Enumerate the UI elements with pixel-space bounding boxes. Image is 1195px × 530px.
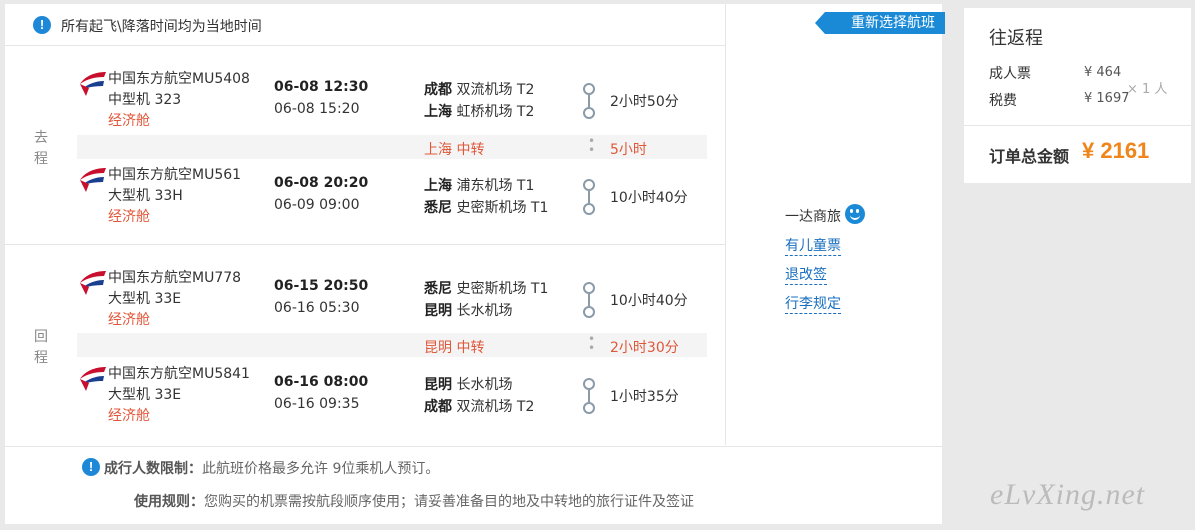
service-brand: 一达商旅 — [785, 209, 841, 225]
airline-name: 中国东方航空MU5841 — [108, 366, 250, 382]
usage-rule: 使用规则：您购买的机票需按航段顺序使用；请妥善准备目的地及中转地的旅行证件及签证 — [134, 491, 694, 511]
total-label: 订单总金额 — [989, 147, 1070, 166]
route-icon — [583, 282, 595, 318]
info-icon: ! — [82, 458, 100, 476]
tax-price: ¥ 1697 — [1084, 91, 1130, 106]
to-city: 上海 — [424, 104, 452, 120]
itinerary-panel: ! 所有起飞\降落时间均为当地时间 去程 中国东方航空MU5408 中型机 32… — [5, 4, 945, 525]
from-city: 成都 — [424, 82, 452, 98]
from-airport: 悉尼 史密斯机场 T1 — [424, 278, 548, 298]
flight-card: 中国东方航空MU778 大型机 33E 经济舱 06-15 20:50 06-1… — [77, 245, 717, 328]
depart-time: 06-08 12:30 — [274, 79, 369, 95]
depart-time: 06-16 08:00 — [274, 374, 369, 390]
from-airport: 上海 浦东机场 T1 — [424, 175, 534, 195]
airline-name: 中国东方航空MU5408 — [108, 71, 250, 87]
flight-card: 中国东方航空MU561 大型机 33H 经济舱 06-08 20:20 06-0… — [77, 142, 717, 225]
aircraft-type: 大型机 33E — [108, 387, 182, 403]
refund-change-link[interactable]: 退改签 — [785, 266, 827, 285]
limit-label: 成行人数限制： — [104, 461, 202, 477]
rebook-flight-button[interactable]: 重新选择航班 — [815, 12, 945, 34]
airline-name: 中国东方航空MU561 — [108, 167, 242, 183]
info-icon: ! — [33, 16, 51, 34]
flight-card: 中国东方航空MU5841 大型机 33E 经济舱 06-16 08:00 06-… — [77, 341, 717, 424]
adult-ticket-price: ¥ 464 — [1084, 65, 1122, 80]
depart-time: 06-15 20:50 — [274, 278, 369, 294]
price-summary: 往返程 成人票 ¥ 464 × 1 人 税费 ¥ 1697 订单总金额 ¥ 21… — [964, 8, 1191, 183]
return-label: 回程 — [34, 329, 48, 366]
divider — [725, 4, 726, 445]
to-airport-name: 虹桥机场 T2 — [456, 104, 535, 120]
route-icon — [583, 83, 595, 119]
aircraft-type: 中型机 323 — [108, 92, 182, 108]
to-airport-name: 长水机场 — [456, 303, 513, 319]
flight-card: 中国东方航空MU5408 中型机 323 经济舱 06-08 12:30 06-… — [77, 46, 717, 129]
from-airport-name: 浦东机场 T1 — [456, 178, 535, 194]
route-icon — [583, 179, 595, 215]
china-eastern-logo-icon — [80, 72, 106, 96]
to-airport: 上海 虹桥机场 T2 — [424, 101, 534, 121]
to-airport: 成都 双流机场 T2 — [424, 396, 534, 416]
adult-ticket-label: 成人票 — [989, 66, 1031, 82]
to-airport: 昆明 长水机场 — [424, 300, 512, 320]
to-city: 昆明 — [424, 303, 452, 319]
from-airport: 昆明 长水机场 — [424, 374, 512, 394]
from-airport: 成都 双流机场 T2 — [424, 79, 534, 99]
aircraft-type: 大型机 33H — [108, 188, 183, 204]
notice-text: 所有起飞\降落时间均为当地时间 — [61, 19, 262, 35]
passenger-limit: 成行人数限制：此航班价格最多允许 9位乘机人预订。 — [104, 458, 439, 478]
to-city: 悉尼 — [424, 200, 452, 216]
total-amount: ¥ 2161 — [1082, 138, 1150, 163]
cabin-class: 经济舱 — [108, 408, 150, 424]
outbound-section: 去程 中国东方航空MU5408 中型机 323 经济舱 06-08 12:30 … — [5, 46, 725, 245]
from-city: 悉尼 — [424, 281, 452, 297]
limit-text: 此航班价格最多允许 9位乘机人预订。 — [202, 461, 440, 477]
depart-time: 06-08 20:20 — [274, 175, 369, 191]
from-airport-name: 双流机场 T2 — [456, 82, 535, 98]
divider — [964, 125, 1191, 126]
tax-label: 税费 — [989, 93, 1017, 109]
outbound-label: 去程 — [34, 130, 48, 167]
passenger-count: × 1 人 — [1127, 82, 1168, 97]
child-ticket-link[interactable]: 有儿童票 — [785, 237, 841, 256]
rule-text: 您购买的机票需按航段顺序使用；请妥善准备目的地及中转地的旅行证件及签证 — [204, 494, 694, 510]
arrive-time: 06-08 15:20 — [274, 101, 360, 117]
to-airport-name: 双流机场 T2 — [456, 399, 535, 415]
arrive-time: 06-09 09:00 — [274, 197, 360, 213]
cabin-class: 经济舱 — [108, 113, 150, 129]
china-eastern-logo-icon — [80, 168, 106, 192]
to-airport: 悉尼 史密斯机场 T1 — [424, 197, 548, 217]
from-airport-name: 史密斯机场 T1 — [456, 281, 549, 297]
arrive-time: 06-16 09:35 — [274, 396, 360, 412]
booking-rules: ! 成行人数限制：此航班价格最多允许 9位乘机人预订。 使用规则：您购买的机票需… — [5, 446, 942, 525]
local-time-notice: ! 所有起飞\降落时间均为当地时间 — [5, 4, 725, 46]
flight-duration: 1小时35分 — [610, 389, 679, 405]
airline-name: 中国东方航空MU778 — [108, 270, 242, 286]
from-airport-name: 长水机场 — [456, 377, 513, 393]
arrive-time: 06-16 05:30 — [274, 300, 360, 316]
cabin-class: 经济舱 — [108, 312, 150, 328]
route-icon — [583, 378, 595, 414]
china-eastern-logo-icon — [80, 271, 106, 295]
flight-duration: 10小时40分 — [610, 293, 688, 309]
china-eastern-logo-icon — [80, 367, 106, 391]
from-city: 昆明 — [424, 377, 452, 393]
to-city: 成都 — [424, 399, 452, 415]
from-city: 上海 — [424, 178, 452, 194]
trip-type-title: 往返程 — [989, 28, 1043, 49]
baggage-rules-link[interactable]: 行李规定 — [785, 295, 841, 314]
smile-icon — [845, 204, 865, 224]
flight-duration: 10小时40分 — [610, 190, 688, 206]
flight-duration: 2小时50分 — [610, 94, 679, 110]
rule-label: 使用规则： — [134, 494, 204, 510]
watermark: eLvXing.net — [990, 478, 1146, 511]
to-airport-name: 史密斯机场 T1 — [456, 200, 549, 216]
aircraft-type: 大型机 33E — [108, 291, 182, 307]
cabin-class: 经济舱 — [108, 209, 150, 225]
return-section: 回程 中国东方航空MU778 大型机 33E 经济舱 06-15 20:50 0… — [5, 245, 725, 445]
